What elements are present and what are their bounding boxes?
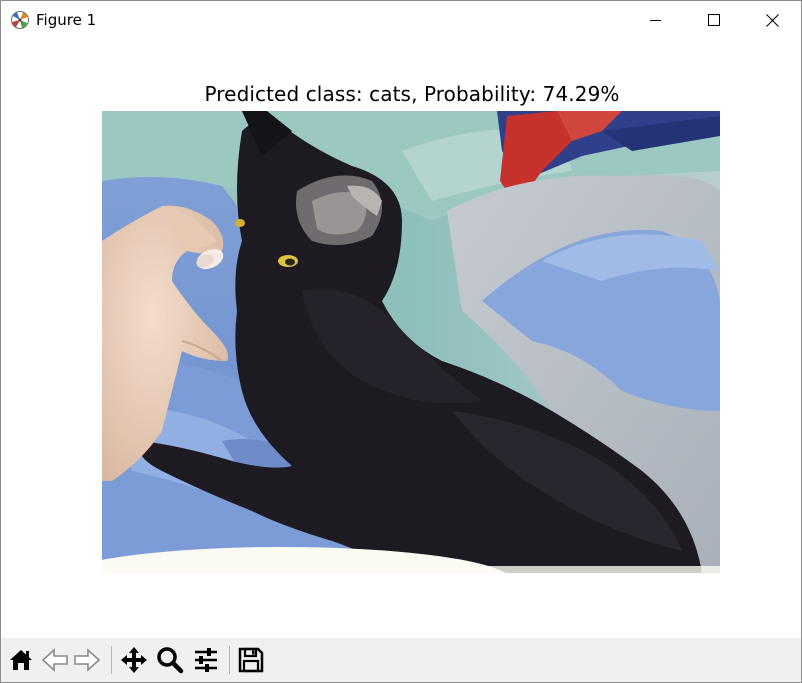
minimize-button[interactable] [627,1,685,39]
save-icon [238,647,264,673]
zoom-icon [157,647,184,674]
toolbar-separator [111,646,112,674]
plot-title: Predicted class: cats, Probability: 74.2… [204,82,620,106]
matplotlib-icon [10,10,30,30]
maximize-icon [708,14,720,26]
zoom-button[interactable] [154,644,186,676]
home-button[interactable] [5,644,37,676]
figure-canvas[interactable]: Predicted class: cats, Probability: 74.2… [1,39,801,637]
minimize-icon [650,20,661,21]
home-icon [10,650,32,670]
forward-icon [74,648,101,672]
back-icon [41,648,68,672]
toolbar-separator [229,646,230,674]
maximize-button[interactable] [685,1,743,39]
pan-button[interactable] [118,644,150,676]
cat-photo [102,111,720,573]
pan-icon [121,647,147,673]
close-button[interactable] [743,1,801,39]
close-icon [765,13,779,27]
figure-window: Figure 1 Predicted class: cats, Probabil… [0,0,802,683]
configure-subplots-icon [195,648,217,672]
navigation-toolbar [1,638,801,682]
save-button[interactable] [235,644,267,676]
back-button[interactable] [39,644,71,676]
window-title: Figure 1 [36,11,97,29]
forward-button[interactable] [71,644,103,676]
configure-subplots-button[interactable] [190,644,222,676]
title-bar[interactable]: Figure 1 [1,1,801,39]
